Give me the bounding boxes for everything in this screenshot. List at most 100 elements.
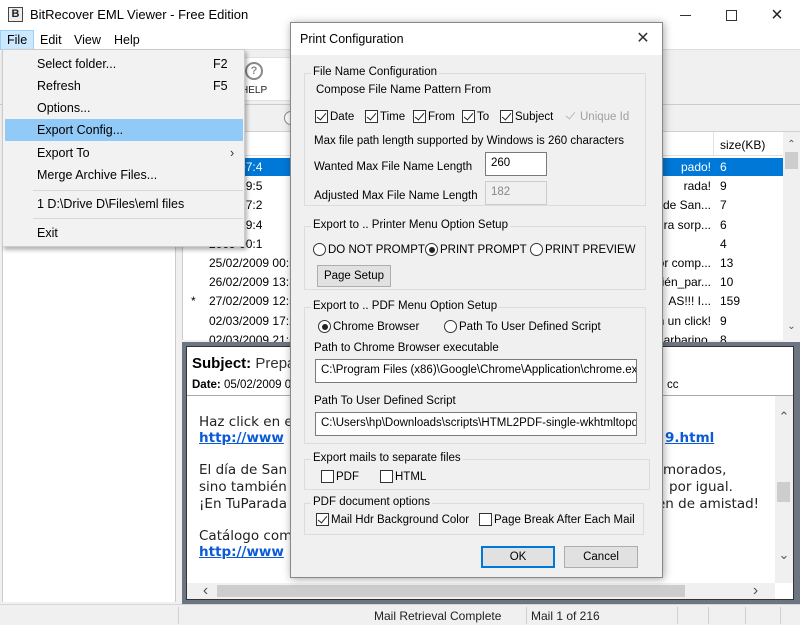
group-title: Export to .. Printer Menu Option Setup <box>311 219 510 231</box>
menu-item-exit[interactable]: Exit <box>5 222 243 244</box>
checkbox-label: Date <box>330 110 355 123</box>
mail-size: 10 <box>720 275 734 290</box>
radio-do-not-prompt[interactable]: DO NOT PROMPT <box>313 243 425 256</box>
checkbox-from[interactable]: From <box>413 110 455 123</box>
radio-icon <box>313 243 326 256</box>
dialog-title-bar: Print Configuration ✕ <box>291 23 662 55</box>
radio-label: Chrome Browser <box>333 320 420 333</box>
checkbox-separate-pdf[interactable]: PDF <box>321 470 359 483</box>
menu-item-label: 1 D:\Drive D\Files\eml files <box>37 197 185 211</box>
scroll-thumb[interactable] <box>777 482 790 502</box>
script-path-input[interactable]: C:\Users\hp\Downloads\scripts\HTML2PDF-s… <box>315 412 637 436</box>
checkbox-checked-icon <box>365 110 378 123</box>
scroll-left-icon[interactable]: ‹ <box>197 583 214 600</box>
date-value: 05/02/2009 0 <box>223 379 292 391</box>
checkbox-to[interactable]: To <box>462 110 489 123</box>
mail-count: Mail 1 of 216 <box>531 609 600 623</box>
radio-icon <box>530 243 543 256</box>
status-separator <box>745 607 746 624</box>
mail-date: 27/02/2009 12:5 <box>209 294 296 309</box>
scroll-up-icon[interactable]: ⌃ <box>783 136 800 153</box>
script-path-label: Path To User Defined Script <box>314 395 456 407</box>
column-header-size[interactable]: size(KB) <box>720 138 765 152</box>
minimize-icon <box>679 14 691 16</box>
checkbox-time[interactable]: Time <box>365 110 405 123</box>
menu-item-merge-archive[interactable]: Merge Archive Files... <box>5 164 243 186</box>
menu-help[interactable]: Help <box>108 30 146 50</box>
page-setup-button[interactable]: Page Setup <box>317 265 391 287</box>
scroll-right-icon[interactable]: › <box>747 583 764 600</box>
scroll-up-icon[interactable]: ⌃ <box>775 408 793 425</box>
checkbox-label: To <box>477 110 490 123</box>
preview-vertical-scrollbar[interactable]: ⌃ ⌄ <box>775 396 793 583</box>
menu-view[interactable]: View <box>68 30 107 50</box>
radio-user-defined-script[interactable]: Path To User Defined Script <box>444 320 601 333</box>
preview-horizontal-scrollbar[interactable]: ‹ › <box>187 583 775 599</box>
group-title: Export to .. PDF Menu Option Setup <box>311 300 500 312</box>
scroll-down-icon[interactable]: ⌄ <box>783 318 800 335</box>
radio-selected-icon <box>318 320 331 333</box>
menu-item-options[interactable]: Options... <box>5 97 243 119</box>
dialog-close-button[interactable]: ✕ <box>631 28 655 50</box>
radio-label: PRINT PREVIEW <box>545 243 636 256</box>
scroll-down-icon[interactable]: ⌄ <box>775 546 793 563</box>
menu-item-recent-folder[interactable]: 1 D:\Drive D\Files\eml files <box>5 193 243 215</box>
status-bar: Mail Retrieval Complete Mail 1 of 216 <box>0 604 800 625</box>
maximize-icon <box>725 9 737 21</box>
mail-date: 25/02/2009 00:5 <box>209 256 296 270</box>
menu-item-refresh[interactable]: Refresh F5 <box>5 75 243 97</box>
cancel-button[interactable]: Cancel <box>564 546 638 568</box>
checkbox-label: Subject <box>515 110 554 123</box>
body-link[interactable]: http://www <box>199 544 284 560</box>
radio-label: DO NOT PROMPT <box>328 243 425 256</box>
wanted-length-input[interactable]: 260 <box>485 152 547 176</box>
radio-print-prompt[interactable]: PRINT PROMPT <box>425 243 527 256</box>
checkbox-date[interactable]: Date <box>315 110 354 123</box>
ok-button[interactable]: OK <box>481 546 555 568</box>
menu-item-export-to[interactable]: Export To › <box>5 142 243 164</box>
group-title: Export mails to separate files <box>311 452 463 464</box>
radio-chrome-browser[interactable]: Chrome Browser <box>318 320 419 333</box>
date-label: Date: <box>192 379 221 391</box>
mail-size: 13 <box>720 256 734 270</box>
chrome-path-label: Path to Chrome Browser executable <box>314 342 499 354</box>
menu-item-export-config[interactable]: Export Config... <box>5 119 243 141</box>
close-window-button[interactable]: × <box>754 0 800 30</box>
radio-print-preview[interactable]: PRINT PREVIEW <box>530 243 636 256</box>
column-separator[interactable] <box>713 132 714 156</box>
maximize-button[interactable] <box>708 0 754 30</box>
checkbox-icon <box>380 470 393 483</box>
menu-edit[interactable]: Edit <box>34 30 68 50</box>
printer-setup-group: Export to .. Printer Menu Option Setup D… <box>304 219 646 290</box>
checkbox-label: Mail Hdr Background Color <box>331 513 470 526</box>
wanted-length-label: Wanted Max File Name Length <box>314 161 473 173</box>
body-text: ¡En TuParada <box>199 496 288 512</box>
adjusted-length-input: 182 <box>485 181 547 205</box>
menu-file[interactable]: File <box>0 30 35 50</box>
close-icon: × <box>771 3 783 26</box>
checkbox-page-break[interactable]: Page Break After Each Mail <box>479 513 635 526</box>
body-link[interactable]: http://www <box>199 430 284 446</box>
checkbox-mail-hdr-bg[interactable]: Mail Hdr Background Color <box>316 513 469 526</box>
checkbox-label: From <box>428 110 455 123</box>
checkbox-separate-html[interactable]: HTML <box>380 470 426 483</box>
minimize-button[interactable] <box>662 0 708 30</box>
body-link[interactable]: 9.html <box>665 430 714 446</box>
scroll-thumb[interactable] <box>217 585 685 597</box>
mail-size: 6 <box>720 160 727 174</box>
menu-item-select-folder[interactable]: Select folder... F2 <box>5 53 243 75</box>
help-icon: ? <box>245 62 263 80</box>
checkbox-checked-icon <box>462 110 475 123</box>
checkbox-subject[interactable]: Subject <box>500 110 553 123</box>
mail-date: 02/03/2009 17:2 <box>209 313 296 328</box>
mail-list-scrollbar[interactable]: ⌃ ⌄ <box>783 132 800 340</box>
chrome-path-input[interactable]: C:\Program Files (x86)\Google\Chrome\App… <box>315 359 637 383</box>
mail-date: 26/02/2009 13:3 <box>209 275 296 290</box>
checkbox-label: PDF <box>336 470 359 483</box>
file-name-config-group: File Name Configuration Compose File Nam… <box>304 66 646 206</box>
checkbox-label: Time <box>380 110 406 123</box>
scroll-thumb[interactable] <box>785 152 798 169</box>
checkbox-icon <box>321 470 334 483</box>
checkbox-checked-icon <box>316 513 329 526</box>
preview-cc: cc <box>667 379 679 391</box>
